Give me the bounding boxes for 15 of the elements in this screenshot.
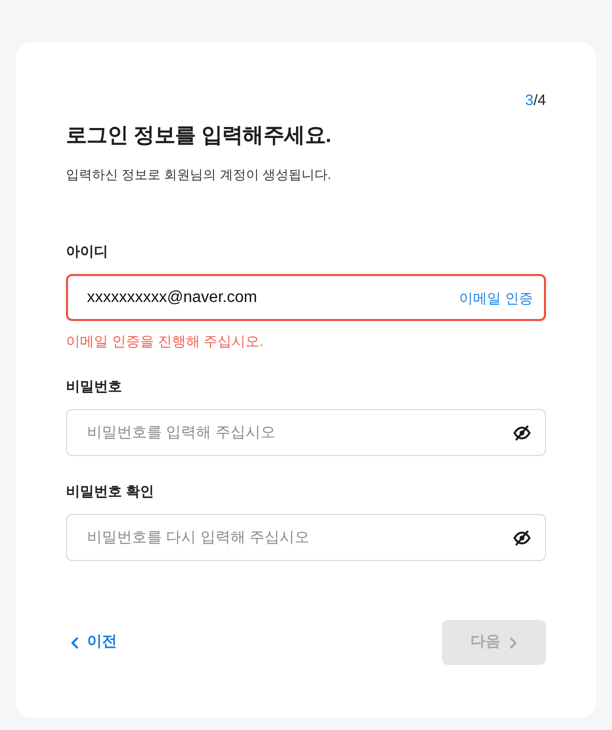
back-link[interactable]: 이전 [66,631,117,654]
field-label: 비밀번호 [66,377,123,396]
password-field[interactable]: 비밀번호를 다시 입력해 주십시오 [66,514,546,561]
password-field[interactable]: 비밀번호를 입력해 주십시오 [66,409,546,456]
error-message: 이메일 인증을 진행해 주십시오. [66,332,265,351]
eye-slash-icon[interactable] [513,424,531,440]
page-title: 로그인 정보를 입력해주세요. [66,123,332,149]
email-verify-link[interactable]: 이메일 인증 [459,288,533,306]
chevron-right-icon [508,636,518,648]
field-label: 비밀번호 확인 [66,482,155,501]
chevron-left-icon [70,636,79,648]
step-indicator: 3/4 [525,92,546,110]
page-subtitle: 입력하신 정보로 회원님의 계정이 생성됩니다. [66,166,332,184]
eye-slash-icon[interactable] [513,530,531,546]
field-label: 아이디 [66,242,109,261]
